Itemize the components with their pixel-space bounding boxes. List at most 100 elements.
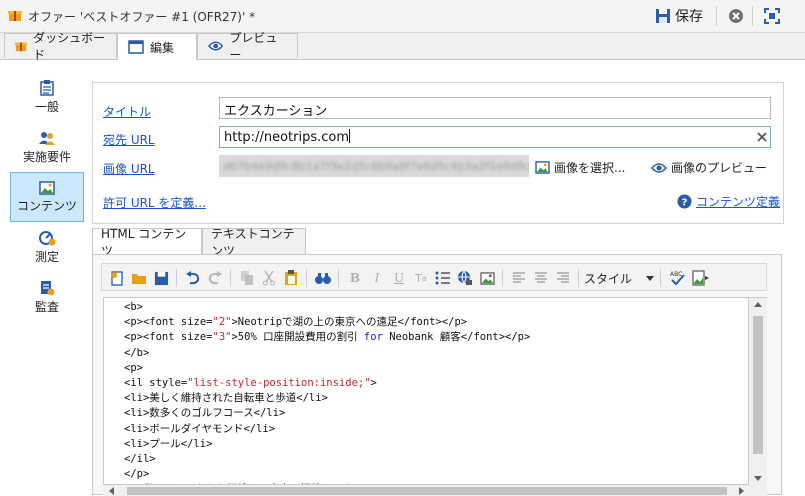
spellcheck-icon: ABC (670, 271, 685, 286)
content-definition-label: コンテンツ定義 (696, 195, 781, 209)
floppy-disk-icon (154, 271, 168, 285)
sidebar-item-audit[interactable]: 監査 (10, 272, 84, 322)
image-url-input[interactable]: d67b4e9d9c8b1a7f3e2d5c6b9a8f7e6d5c4b3a2f… (219, 155, 529, 177)
bullet-list-icon (435, 271, 450, 285)
toolbar-separator (660, 269, 661, 287)
style-dropdown[interactable]: スタイル (584, 268, 654, 288)
tab-text-content[interactable]: テキストコンテンツ (202, 227, 306, 258)
toolbar-separator (306, 269, 307, 287)
content-definition-link[interactable]: ? コンテンツ定義 (677, 193, 780, 210)
html-source: <b> <p><font size="2">Neotripで湖の上の東京への遠足<… (104, 298, 748, 484)
code-line: <li>ボールダイヤモンド</li> (124, 422, 276, 435)
vertical-scrollbar[interactable] (749, 297, 767, 486)
save-button[interactable]: 保存 (655, 5, 703, 27)
help-icon: ? (677, 194, 692, 209)
find-button[interactable] (314, 269, 332, 287)
insert-image-button[interactable] (478, 269, 496, 287)
picture-arrow-icon (692, 270, 709, 286)
scroll-up-icon (754, 302, 762, 307)
align-center-button[interactable] (532, 269, 550, 287)
clear-url-button[interactable] (755, 130, 769, 144)
image-icon (39, 180, 55, 195)
paste-button[interactable] (282, 269, 300, 287)
copy-button[interactable] (238, 269, 256, 287)
sidebar-item-general[interactable]: 一般 (10, 72, 84, 122)
main-tab-bar: ダッシュボード 編集 プレビュー (0, 31, 805, 62)
align-left-button[interactable] (510, 269, 528, 287)
audit-icon (41, 280, 55, 295)
scroll-right-icon (739, 487, 744, 495)
document-icon (40, 79, 54, 96)
italic-icon[interactable]: I (368, 269, 386, 287)
floppy-disk-icon (656, 9, 670, 23)
horizontal-scroll-thumb[interactable] (127, 487, 727, 495)
image-url-label[interactable]: 画像 URL (103, 160, 155, 177)
title-input[interactable]: エクスカーション (219, 97, 771, 119)
tab-edit[interactable]: 編集 (117, 33, 197, 60)
people-icon (39, 131, 55, 145)
tab-html-content[interactable]: HTML コンテンツ (92, 227, 202, 258)
title-label[interactable]: タイトル (103, 103, 151, 120)
sidebar-item-label: 一般 (34, 99, 59, 114)
tab-label: ダッシュボード (33, 31, 106, 62)
expand-icon (764, 8, 780, 24)
close-button[interactable] (726, 6, 746, 26)
html-code-area[interactable]: <b> <p><font size="2">Neotripで湖の上の東京への遠足<… (103, 297, 749, 485)
editor-toolbar: B I U Ta スタイル ABC (101, 263, 767, 291)
code-line: <p><font size="3">50% 口座開設費用の割引 for Neob… (124, 331, 531, 344)
allowed-url-link[interactable]: 許可 URL を定義... (103, 194, 206, 211)
gift-icon (15, 42, 28, 52)
tab-preview[interactable]: プレビュー (197, 31, 298, 62)
code-line: <li>数多くのゴルフコース</li> (124, 407, 286, 420)
cut-button[interactable] (260, 269, 278, 287)
sidebar-item-measure[interactable]: 測定 (10, 222, 84, 272)
sidebar-item-label: 実施要件 (22, 149, 71, 164)
align-right-button[interactable] (554, 269, 572, 287)
spellcheck-button[interactable]: ABC (668, 269, 686, 287)
toolbar-separator (176, 269, 177, 287)
maximize-button[interactable] (762, 6, 782, 26)
image-icon (479, 271, 495, 285)
image-preview-button[interactable]: 画像のプレビュー (651, 159, 767, 176)
horizontal-scrollbar[interactable] (103, 485, 767, 496)
destination-url-label[interactable]: 宛先 URL (103, 131, 155, 148)
scroll-down-icon (754, 476, 762, 481)
code-line: <b> (124, 301, 143, 313)
toolbar-separator (338, 269, 339, 287)
sidebar-item-label: 測定 (34, 249, 59, 264)
title-bar: オファー 'ベストオファー #1 (OFR27)' * 保存 (0, 0, 805, 33)
destination-url-input[interactable]: http://neotrips.com (219, 126, 771, 148)
undo-button[interactable] (184, 269, 202, 287)
toolbar-separator (230, 269, 231, 287)
copy-icon (241, 271, 253, 285)
sidebar-item-content[interactable]: コンテンツ (10, 172, 84, 222)
destination-url-value: http://neotrips.com (224, 130, 349, 145)
text-size-icon[interactable]: Ta (412, 269, 430, 287)
save-label: 保存 (675, 9, 703, 25)
sidebar-item-requirements[interactable]: 実施要件 (10, 122, 84, 172)
vertical-scroll-thumb[interactable] (753, 316, 763, 454)
scroll-left-icon (109, 487, 114, 495)
bullet-list-button[interactable] (434, 269, 452, 287)
html-editor: B I U Ta スタイル ABC <b> <p><font size="2">N… (92, 254, 782, 496)
code-line: <li>プール</li> (124, 437, 213, 450)
new-document-button[interactable] (108, 269, 126, 287)
image-preview-label: 画像のプレビュー (671, 161, 768, 175)
offer-form: タイトル エクスカーション 宛先 URL http://neotrips.com… (92, 82, 784, 224)
save-document-button[interactable] (152, 269, 170, 287)
bold-icon[interactable]: B (346, 269, 364, 287)
tab-dashboard[interactable]: ダッシュボード (4, 31, 117, 62)
clipboard-icon (285, 270, 297, 285)
style-dropdown-label: スタイル (584, 271, 633, 286)
toolbar-separator (502, 269, 503, 287)
insert-link-button[interactable] (456, 269, 474, 287)
code-line: <p> (124, 361, 143, 374)
select-image-button[interactable]: 画像を選択... (535, 159, 625, 176)
offer-icon (8, 8, 22, 25)
redo-button[interactable] (206, 269, 224, 287)
insert-object-button[interactable] (692, 269, 710, 287)
underline-icon[interactable]: U (390, 269, 408, 287)
toolbar-divider (716, 6, 717, 26)
open-button[interactable] (130, 269, 148, 287)
folder-icon (132, 274, 146, 284)
